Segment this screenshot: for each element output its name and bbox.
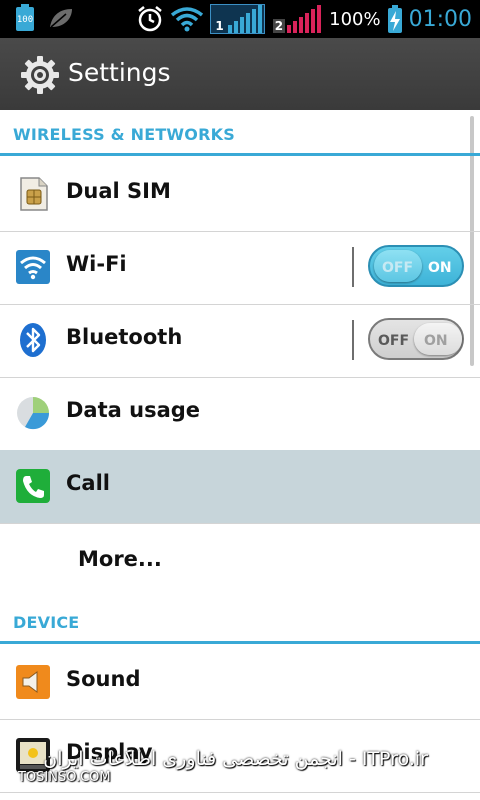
section-divider — [0, 641, 480, 644]
toggle-off-label: OFF — [378, 333, 410, 349]
status-bar: 100 1 2 100% 01:00 — [0, 0, 480, 38]
battery-notification-icon: 100 — [14, 4, 36, 32]
settings-list[interactable]: WIRELESS & NETWORKS Dual SIM Wi-Fi OFF O… — [0, 110, 480, 800]
alarm-clock-icon — [138, 6, 163, 32]
title-bar: Settings — [0, 38, 480, 112]
settings-item-more[interactable]: More... — [0, 523, 480, 596]
status-bar-right: 1 2 100% 01:00 — [136, 3, 472, 35]
sim1-signal-icon: 1 — [210, 4, 265, 34]
settings-item-label: Dual SIM — [66, 179, 171, 203]
battery-notification-label: 100 — [16, 15, 34, 25]
settings-item-wifi[interactable]: Wi-Fi OFF ON — [0, 231, 480, 305]
settings-item-label: Call — [66, 471, 110, 495]
settings-item-label: Wi-Fi — [66, 252, 127, 276]
section-divider — [0, 153, 480, 156]
settings-item-sound[interactable]: Sound — [0, 646, 480, 720]
sim1-label: 1 — [215, 19, 224, 33]
wifi-icon — [16, 250, 50, 284]
sim2-label: 2 — [272, 19, 286, 33]
speaker-icon — [16, 665, 50, 699]
watermark-text: ITPro.ir - انجمن تخصصی فناوری اطلاعات ای… — [43, 748, 428, 770]
settings-item-label: More... — [78, 547, 162, 571]
battery-charging-icon — [387, 5, 403, 33]
settings-item-data-usage[interactable]: Data usage — [0, 377, 480, 451]
toggle-divider — [352, 320, 354, 360]
settings-item-call[interactable]: Call — [0, 450, 480, 524]
bluetooth-icon — [20, 323, 46, 357]
section-header-device: DEVICE — [0, 598, 480, 644]
status-bar-left: 100 — [14, 4, 74, 32]
settings-item-label: Sound — [66, 667, 141, 691]
settings-item-dual-sim[interactable]: Dual SIM — [0, 158, 480, 232]
section-label: DEVICE — [13, 613, 80, 632]
section-header-wireless: WIRELESS & NETWORKS — [0, 110, 480, 156]
eco-leaf-icon — [50, 9, 72, 28]
toggle-on-label: ON — [428, 260, 452, 276]
section-label: WIRELESS & NETWORKS — [13, 125, 235, 144]
data-usage-icon — [17, 397, 50, 430]
toggle-divider — [352, 247, 354, 287]
toggle-on-label: ON — [424, 333, 448, 349]
phone-icon — [16, 469, 50, 503]
watermark-site: TOSINSO.COM — [18, 770, 111, 785]
gear-icon — [21, 56, 59, 94]
sim-card-icon — [20, 177, 48, 211]
wifi-signal-icon — [171, 7, 204, 32]
clock-time: 01:00 — [408, 6, 472, 32]
battery-percent: 100% — [329, 8, 381, 30]
settings-item-bluetooth[interactable]: Bluetooth OFF ON — [0, 304, 480, 378]
settings-item-label: Data usage — [66, 398, 201, 422]
settings-item-label: Bluetooth — [66, 325, 183, 349]
page-title: Settings — [68, 58, 171, 87]
wifi-toggle[interactable]: OFF ON — [368, 245, 464, 287]
bluetooth-toggle[interactable]: OFF ON — [368, 318, 464, 360]
toggle-off-label: OFF — [382, 260, 414, 276]
sim2-signal-icon: 2 — [271, 5, 323, 33]
